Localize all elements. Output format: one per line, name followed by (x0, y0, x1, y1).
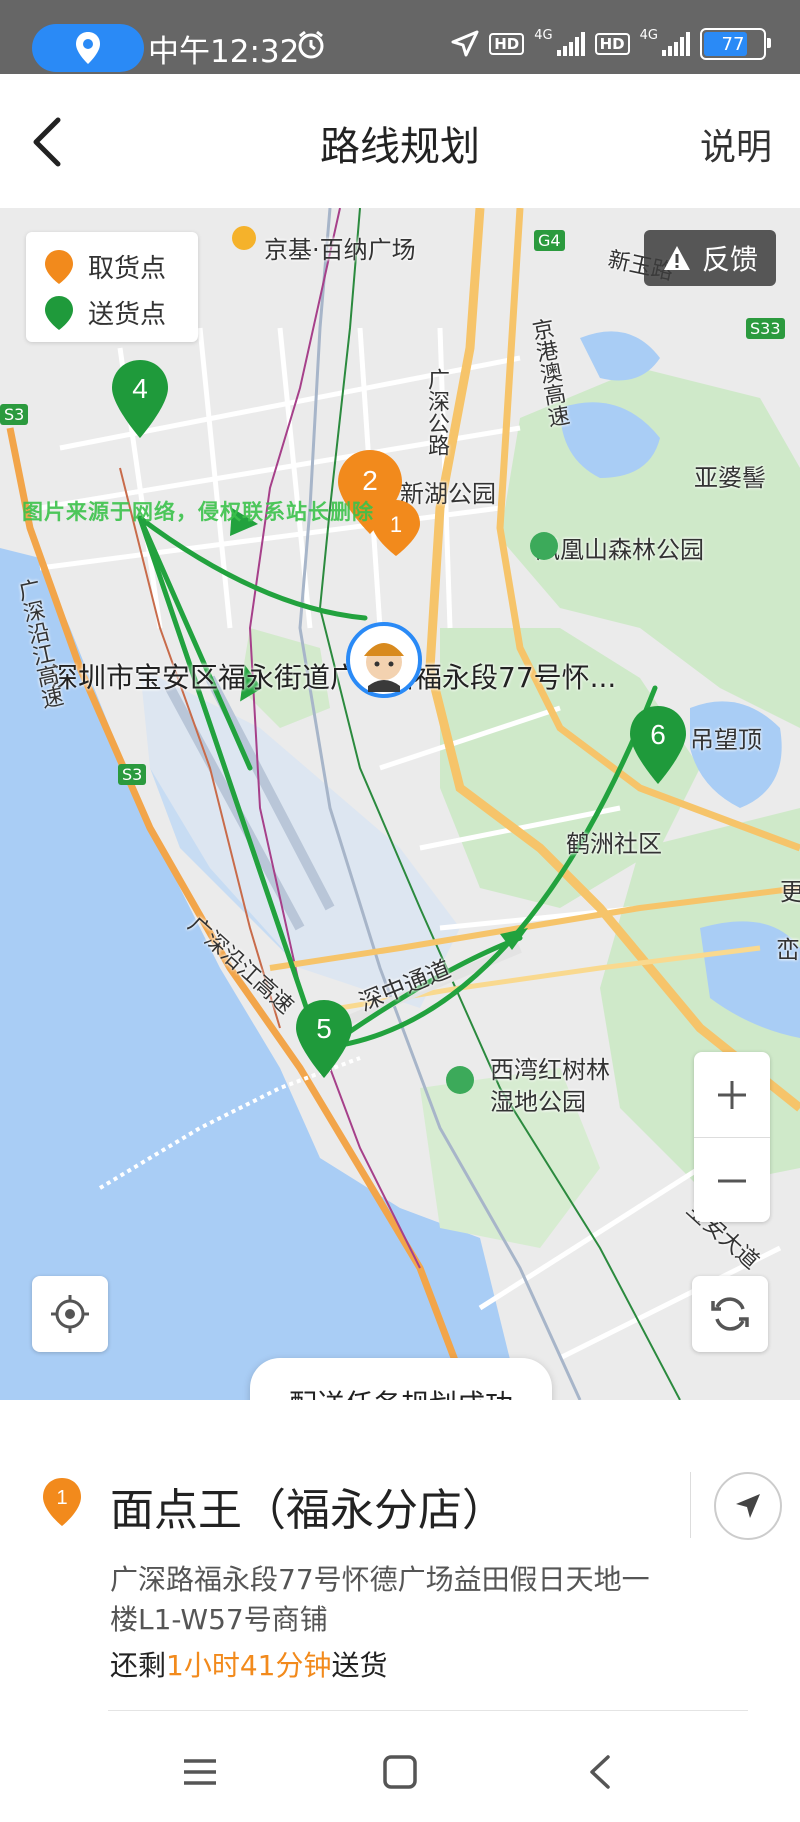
highway-shield: S3 (118, 764, 147, 785)
map-label: 峦 (776, 936, 800, 964)
watermark: 图片来源于网络，侵权联系站长删除 (22, 500, 374, 524)
status-bar: 中午12:32 HD 4G HD 4G 77 (0, 0, 800, 74)
chevron-left-icon (590, 1755, 610, 1789)
feedback-button[interactable]: 反馈 (643, 230, 776, 286)
mall-icon (232, 226, 256, 250)
rider-avatar[interactable] (344, 620, 424, 700)
map-label: 西湾红树林 (490, 1056, 610, 1084)
marker-number: 6 (650, 719, 666, 750)
stop-detail-card[interactable]: 1 面点王（福永分店） 广深路福永段77号怀德广场益田假日天地一楼L1-W57号… (0, 1400, 800, 1722)
address-overlay: 深圳市宝安区福永街道广深路福永段77号怀... (50, 661, 617, 694)
legend-delivery: 送货点 (44, 294, 166, 331)
status-time: 中午12:32 (148, 34, 300, 70)
signal-icon (662, 32, 690, 56)
plus-icon (718, 1080, 746, 1109)
legend-pickup: 取货点 (44, 248, 166, 285)
minus-icon (718, 1179, 746, 1182)
zoom-out-button[interactable] (694, 1138, 770, 1223)
system-nav-bar (0, 1722, 800, 1822)
map-label: 鹤洲社区 (566, 830, 662, 858)
app-header: 路线规划 说明 (0, 74, 800, 208)
park-icon (446, 1066, 474, 1094)
pickup-pin-icon (45, 249, 73, 284)
map-view[interactable]: 京基·百纳广场 新玉路 G4 S33 S3 S3 广深公路 京港澳高速 新湖公园… (0, 208, 800, 1400)
home-button[interactable] (375, 1747, 425, 1797)
marker-number: 4 (132, 373, 148, 404)
pickup-marker-1[interactable]: 1 (368, 498, 424, 558)
delivery-eta: 还剩1小时41分钟送货 (110, 1644, 387, 1684)
hd-badge: HD (594, 33, 630, 55)
zoom-control (694, 1052, 770, 1222)
map-label: 湿地公园 (490, 1088, 586, 1116)
map-label: 凤凰山森林公园 (536, 536, 704, 564)
system-back-button[interactable] (575, 1747, 625, 1797)
square-icon (383, 1755, 417, 1789)
delivery-marker-6[interactable]: 6 (626, 704, 690, 788)
map-legend: 取货点 送货点 (26, 232, 198, 342)
help-link[interactable]: 说明 (700, 118, 772, 170)
feedback-label: 反馈 (701, 243, 758, 276)
warning-icon (663, 246, 690, 270)
menu-icon (184, 1759, 216, 1785)
battery-level: 77 (721, 33, 745, 55)
location-pin-icon (76, 32, 100, 64)
toast-message: 配送任务规划成功 (250, 1358, 552, 1400)
map-label: 更 (780, 878, 800, 906)
pickup-pin-icon: 1 (43, 1478, 81, 1526)
eta-prefix: 还剩 (110, 1649, 167, 1682)
network-type: 4G (534, 28, 553, 43)
zoom-in-button[interactable] (694, 1052, 770, 1138)
menu-button[interactable] (175, 1747, 225, 1797)
locate-button[interactable] (32, 1276, 108, 1352)
map-label: 亚婆髻 (694, 464, 766, 492)
highway-shield: S3 (0, 404, 29, 425)
hd-badge: HD (489, 33, 525, 55)
shop-name: 面点王（福永分店） (110, 1485, 506, 1536)
legend-pickup-label: 取货点 (88, 254, 167, 284)
crosshair-icon (51, 1295, 89, 1333)
divider (108, 1710, 748, 1711)
shop-address: 广深路福永段77号怀德广场益田假日天地一楼L1-W57号商铺 (110, 1563, 650, 1636)
map-label: 京基·百纳广场 (264, 236, 416, 264)
divider (690, 1472, 691, 1538)
eta-time: 1小时41分钟 (166, 1649, 332, 1682)
navigation-arrow-icon (451, 30, 479, 57)
stop-number: 1 (56, 1487, 67, 1509)
delivery-marker-5[interactable]: 5 (292, 998, 356, 1082)
battery-icon: 77 (700, 28, 771, 60)
navigate-button[interactable] (714, 1472, 782, 1540)
legend-delivery-label: 送货点 (88, 300, 167, 330)
navigation-arrow-icon (736, 1494, 760, 1518)
network-type: 4G (639, 28, 658, 43)
highway-shield: S33 (746, 318, 785, 339)
signal-icon (556, 32, 585, 56)
map-label: 吊望顶 (690, 726, 762, 754)
park-icon (530, 532, 558, 560)
alarm-icon (296, 30, 326, 64)
location-pill[interactable] (32, 24, 144, 72)
map-label: 广深公路 (424, 368, 449, 456)
delivery-pin-icon (45, 295, 73, 330)
page-title: 路线规划 (320, 124, 480, 170)
marker-number: 5 (316, 1013, 332, 1044)
eta-suffix: 送货 (331, 1649, 388, 1682)
marker-number: 1 (390, 512, 402, 537)
marker-number: 2 (362, 465, 378, 496)
highway-shield: G4 (534, 230, 565, 251)
delivery-marker-4[interactable]: 4 (108, 358, 172, 442)
refresh-icon (711, 1297, 749, 1331)
refresh-button[interactable] (692, 1276, 768, 1352)
